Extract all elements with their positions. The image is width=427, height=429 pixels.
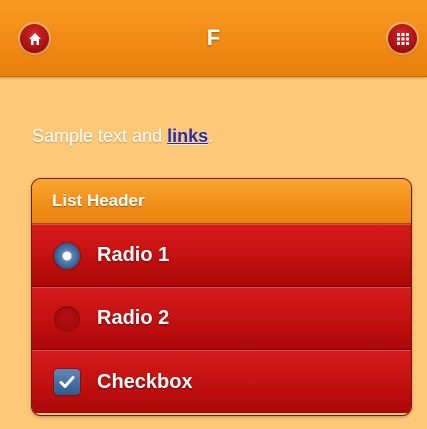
list-header: List Header: [32, 179, 411, 224]
checkbox-label: Checkbox: [97, 370, 193, 393]
radio-2-row[interactable]: Radio 2: [32, 287, 411, 350]
checkmark-icon: [59, 376, 75, 388]
grid-button[interactable]: [388, 24, 417, 53]
radio-unchecked-icon[interactable]: [54, 305, 80, 332]
inset-list: List Header Radio 1 Radio 2 Checkbox: [31, 178, 412, 416]
page-title: F: [206, 25, 221, 50]
links-link[interactable]: links: [167, 126, 208, 146]
sample-text: Sample text and links.: [32, 126, 213, 147]
radio-2-label: Radio 2: [97, 307, 170, 329]
sample-text-suffix: .: [208, 126, 214, 146]
home-button[interactable]: [20, 24, 49, 53]
checkbox-checked-icon[interactable]: [54, 369, 80, 395]
radio-1-row[interactable]: Radio 1: [32, 224, 411, 287]
sample-text-prefix: Sample text and: [32, 126, 168, 146]
top-bar: F: [0, 0, 427, 77]
radio-checked-icon[interactable]: [54, 242, 80, 269]
grid-icon: [396, 32, 409, 45]
checkbox-row[interactable]: Checkbox: [32, 350, 411, 413]
radio-1-label: Radio 1: [97, 244, 170, 266]
home-icon: [28, 32, 41, 45]
